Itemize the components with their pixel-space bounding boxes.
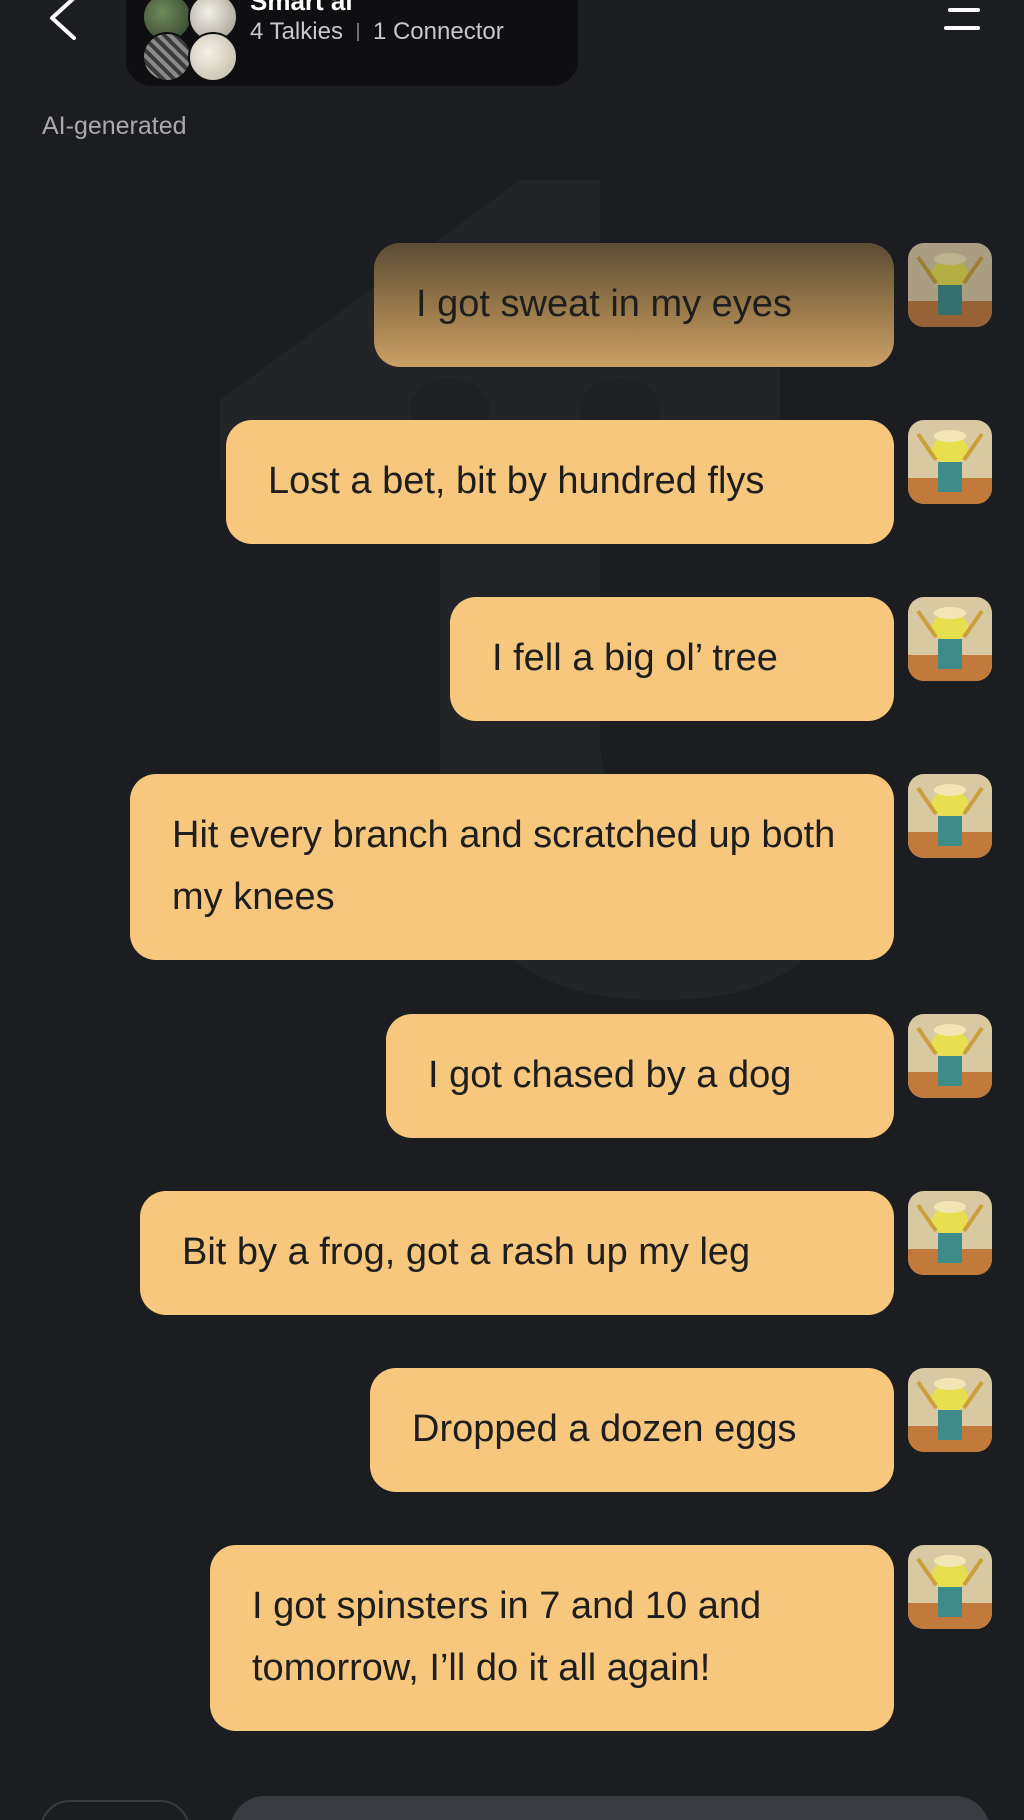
message-bubble[interactable]: I got chased by a dog	[386, 1014, 894, 1138]
message-bubble[interactable]: Bit by a frog, got a rash up my leg	[140, 1191, 894, 1315]
message-bubble[interactable]: I got sweat in my eyes	[374, 243, 894, 367]
message-text: Dropped a dozen eggs	[412, 1408, 797, 1450]
meta-divider	[356, 23, 359, 41]
sender-avatar[interactable]	[908, 1545, 992, 1629]
message-bubble[interactable]: Hit every branch and scratched up both m…	[130, 774, 894, 960]
group-meta: 4 Talkies 1 Connector	[250, 18, 504, 46]
ai-generated-label: AI-generated	[42, 112, 187, 140]
sender-avatar[interactable]	[908, 420, 992, 504]
menu-icon[interactable]	[940, 2, 984, 36]
message-text: I got spinsters in 7 and 10 and tomorrow…	[252, 1585, 762, 1689]
message-text: I got chased by a dog	[428, 1054, 792, 1096]
input-left-control[interactable]	[40, 1800, 190, 1820]
sender-avatar[interactable]	[908, 774, 992, 858]
member-avatar	[188, 32, 238, 82]
sender-avatar[interactable]	[908, 1014, 992, 1098]
sender-avatar[interactable]	[908, 597, 992, 681]
frog-character-icon	[908, 420, 992, 504]
frog-character-icon	[908, 774, 992, 858]
message-text: I got sweat in my eyes	[416, 283, 792, 325]
message-text: Bit by a frog, got a rash up my leg	[182, 1231, 751, 1273]
sender-avatar[interactable]	[908, 1368, 992, 1452]
member-avatar	[142, 32, 192, 82]
frog-character-icon	[908, 1368, 992, 1452]
frog-character-icon	[908, 1014, 992, 1098]
connector-count: 1 Connector	[372, 18, 504, 45]
message-bubble[interactable]: Lost a bet, bit by hundred flys	[226, 420, 894, 544]
message-text: Hit every branch and scratched up both m…	[172, 814, 836, 918]
frog-character-icon	[908, 1545, 992, 1629]
frog-character-icon	[908, 597, 992, 681]
group-avatar-cluster	[140, 0, 240, 82]
message-bubble[interactable]: Dropped a dozen eggs	[370, 1368, 894, 1492]
message-input-bar[interactable]	[230, 1796, 990, 1820]
sender-avatar[interactable]	[908, 1191, 992, 1275]
message-bubble[interactable]: I fell a big ol’ tree	[450, 597, 894, 721]
chat-header: Smart ai 4 Talkies 1 Connector	[0, 0, 1024, 100]
group-info-pill[interactable]: Smart ai 4 Talkies 1 Connector	[126, 0, 578, 86]
chevron-left-icon[interactable]	[40, 0, 84, 44]
group-title: Smart ai	[250, 0, 353, 16]
talkies-count: 4 Talkies	[250, 18, 343, 45]
sender-avatar[interactable]	[908, 243, 992, 327]
message-bubble[interactable]: I got spinsters in 7 and 10 and tomorrow…	[210, 1545, 894, 1731]
frog-character-icon	[908, 1191, 992, 1275]
frog-character-icon	[908, 243, 992, 327]
message-text: Lost a bet, bit by hundred flys	[268, 460, 765, 502]
message-text: I fell a big ol’ tree	[492, 637, 778, 679]
